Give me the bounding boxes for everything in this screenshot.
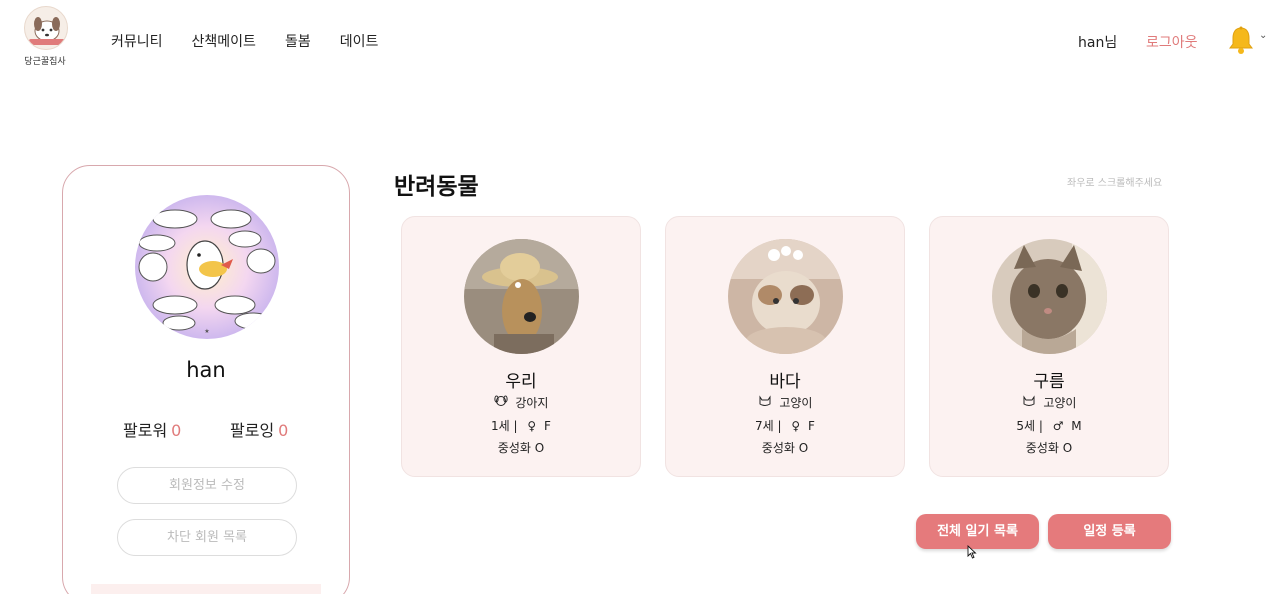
- pet-gender: F: [544, 419, 551, 433]
- follower-label: 팔로워: [123, 421, 168, 440]
- logout-link[interactable]: 로그아웃: [1146, 32, 1198, 52]
- follower-count: 0: [171, 421, 182, 440]
- pet-species: 고양이: [666, 394, 904, 411]
- user-greeting: han님: [1078, 35, 1118, 51]
- pet-neutered: 중성화 O: [1025, 441, 1073, 455]
- cat-icon: [1022, 395, 1036, 407]
- avatar[interactable]: ★: [135, 195, 279, 339]
- cat-icon: [758, 395, 772, 407]
- logo-text: 당근꿀집사: [24, 57, 66, 67]
- bell-icon[interactable]: [1226, 25, 1256, 55]
- female-icon: ♀: [791, 419, 801, 433]
- brand-logo[interactable]: 당근꿀집사: [24, 6, 70, 67]
- pets-section-title: 반려동물: [394, 174, 479, 200]
- nav-community[interactable]: 커뮤니티: [111, 31, 163, 51]
- main-nav: 커뮤니티 산책메이트 돌봄 데이트: [111, 31, 407, 51]
- pet-card[interactable]: 바다 고양이 7세 | ♀ F 중성화 O: [665, 216, 905, 477]
- pet-gender: F: [808, 419, 815, 433]
- pet-species: 강아지: [402, 394, 640, 411]
- male-icon: ♂: [1052, 419, 1064, 433]
- pet-age-gender: 7세 | ♀ F: [666, 417, 904, 434]
- nav-care[interactable]: 돌봄: [285, 31, 311, 51]
- female-icon: ♀: [527, 419, 537, 433]
- mouse-cursor-icon: [967, 545, 977, 559]
- add-schedule-button[interactable]: 일정 등록: [1048, 514, 1171, 549]
- pet-species-text: 고양이: [1043, 396, 1077, 410]
- following-stat[interactable]: 팔로잉 0: [230, 417, 288, 441]
- pet-gender: M: [1071, 419, 1082, 433]
- pet-neutered: 중성화 O: [761, 441, 809, 455]
- diary-list-button[interactable]: 전체 일기 목록: [916, 514, 1039, 549]
- following-count: 0: [278, 421, 289, 440]
- pet-species-text: 고양이: [779, 396, 813, 410]
- chevron-down-icon[interactable]: ⌄: [1259, 30, 1267, 41]
- pet-species-text: 강아지: [515, 396, 549, 410]
- scroll-hint: 좌우로 스크롤해주세요: [1067, 178, 1163, 189]
- edit-profile-button[interactable]: 회원정보 수정: [117, 467, 297, 504]
- pet-photo-dog: [464, 239, 579, 354]
- pet-name: 구름: [1033, 372, 1065, 392]
- pet-age-gender: 1세 | ♀ F: [402, 417, 640, 434]
- pet-age-gender: 5세 | ♂ M: [930, 417, 1168, 434]
- dog-icon: [493, 395, 508, 407]
- pet-photo-cat: [728, 239, 843, 354]
- pet-name: 바다: [769, 372, 801, 392]
- logo-dog-icon: [24, 6, 68, 50]
- nav-walk-mate[interactable]: 산책메이트: [192, 31, 256, 51]
- profile-footer-strip: [91, 584, 321, 594]
- pet-name: 우리: [505, 372, 537, 392]
- pet-age: 7세 |: [755, 419, 782, 433]
- nav-date[interactable]: 데이트: [340, 31, 379, 51]
- header: 당근꿀집사 커뮤니티 산책메이트 돌봄 데이트 han님 로그아웃 ⌄: [0, 0, 1284, 80]
- pet-age: 1세 |: [491, 419, 518, 433]
- pet-photo-cat: [992, 239, 1107, 354]
- pet-neutered: 중성화 O: [497, 441, 545, 455]
- following-label: 팔로잉: [230, 421, 275, 440]
- pet-age: 5세 |: [1016, 419, 1043, 433]
- pet-card[interactable]: 우리 강아지 1세 | ♀ F 중성화 O: [401, 216, 641, 477]
- blocked-users-button[interactable]: 차단 회원 목록: [117, 519, 297, 556]
- svg-text:★: ★: [204, 328, 209, 335]
- pet-species: 고양이: [930, 394, 1168, 411]
- pet-card[interactable]: 구름 고양이 5세 | ♂ M 중성화 O: [929, 216, 1169, 477]
- follower-stat[interactable]: 팔로워 0: [123, 417, 181, 441]
- profile-card: ★ han 팔로워 0 팔로잉 0 회원정보 수정 차단 회원 목록: [62, 165, 350, 594]
- profile-name: han: [186, 358, 226, 382]
